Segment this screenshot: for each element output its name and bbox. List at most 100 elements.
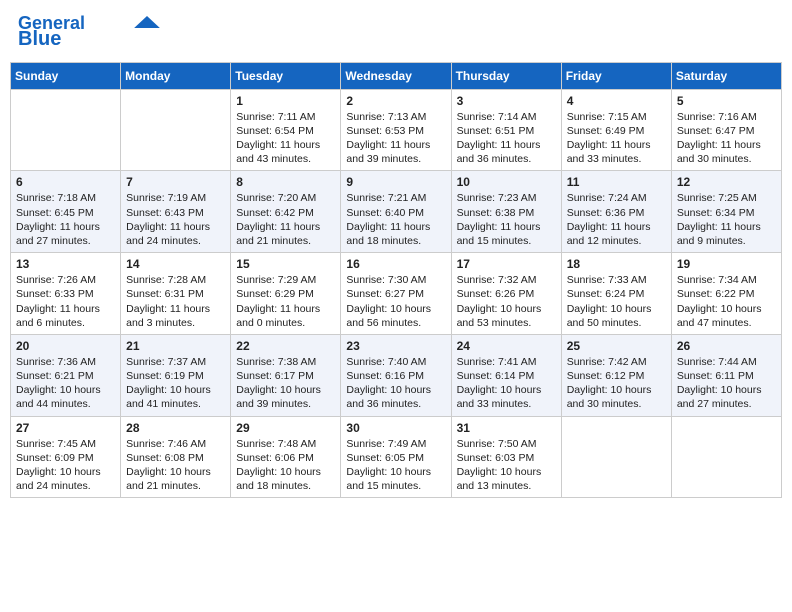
calendar-cell: 31Sunrise: 7:50 AMSunset: 6:03 PMDayligh…	[451, 416, 561, 498]
calendar-cell: 17 Sunrise: 7:32 AMSunset: 6:26 PMDayligh…	[451, 253, 561, 335]
day-number: 17	[457, 257, 556, 271]
day-header-saturday: Saturday	[671, 62, 781, 89]
day-number: 20	[16, 339, 115, 353]
day-number: 7	[126, 175, 225, 189]
calendar-cell: 13 Sunrise: 7:26 AMSunset: 6:33 PMDayligh…	[11, 253, 121, 335]
calendar-cell: 24Sunrise: 7:41 AMSunset: 6:14 PMDayligh…	[451, 334, 561, 416]
calendar-cell: 6 Sunrise: 7:18 AMSunset: 6:45 PMDaylight…	[11, 171, 121, 253]
calendar-cell: 8Sunrise: 7:20 AMSunset: 6:42 PMDaylight…	[231, 171, 341, 253]
calendar-week-1: 1 Sunrise: 7:11 AMSunset: 6:54 PMDaylight…	[11, 89, 782, 171]
cell-content: Sunrise: 7:21 AMSunset: 6:40 PMDaylight:…	[346, 191, 445, 248]
day-header-tuesday: Tuesday	[231, 62, 341, 89]
calendar-cell	[121, 89, 231, 171]
calendar-cell: 3Sunrise: 7:14 AMSunset: 6:51 PMDaylight…	[451, 89, 561, 171]
cell-content: Sunrise: 7:37 AMSunset: 6:19 PMDaylight:…	[126, 355, 225, 412]
calendar-week-5: 27 Sunrise: 7:45 AMSunset: 6:09 PMDayligh…	[11, 416, 782, 498]
cell-content: Sunrise: 7:34 AMSunset: 6:22 PMDaylight:…	[677, 273, 776, 330]
calendar-cell	[561, 416, 671, 498]
day-number: 23	[346, 339, 445, 353]
day-number: 1	[236, 94, 335, 108]
calendar-header-row: SundayMondayTuesdayWednesdayThursdayFrid…	[11, 62, 782, 89]
cell-content: Sunrise: 7:19 AMSunset: 6:43 PMDaylight:…	[126, 191, 225, 248]
calendar-cell: 5 Sunrise: 7:16 AMSunset: 6:47 PMDaylight…	[671, 89, 781, 171]
day-number: 3	[457, 94, 556, 108]
calendar-cell: 2Sunrise: 7:13 AMSunset: 6:53 PMDaylight…	[341, 89, 451, 171]
day-number: 4	[567, 94, 666, 108]
day-number: 14	[126, 257, 225, 271]
calendar-cell: 30Sunrise: 7:49 AMSunset: 6:05 PMDayligh…	[341, 416, 451, 498]
cell-content: Sunrise: 7:28 AMSunset: 6:31 PMDaylight:…	[126, 273, 225, 330]
day-number: 9	[346, 175, 445, 189]
cell-content: Sunrise: 7:24 AMSunset: 6:36 PMDaylight:…	[567, 191, 666, 248]
day-number: 29	[236, 421, 335, 435]
day-number: 22	[236, 339, 335, 353]
cell-content: Sunrise: 7:44 AMSunset: 6:11 PMDaylight:…	[677, 355, 776, 412]
day-number: 2	[346, 94, 445, 108]
day-header-thursday: Thursday	[451, 62, 561, 89]
cell-content: Sunrise: 7:33 AMSunset: 6:24 PMDaylight:…	[567, 273, 666, 330]
day-number: 24	[457, 339, 556, 353]
day-number: 30	[346, 421, 445, 435]
calendar-cell: 18 Sunrise: 7:33 AMSunset: 6:24 PMDayligh…	[561, 253, 671, 335]
day-number: 18	[567, 257, 666, 271]
logo: General Blue	[18, 14, 161, 50]
cell-content: Sunrise: 7:30 AMSunset: 6:27 PMDaylight:…	[346, 273, 445, 330]
cell-content: Sunrise: 7:32 AMSunset: 6:26 PMDaylight:…	[457, 273, 556, 330]
day-number: 5	[677, 94, 776, 108]
day-header-wednesday: Wednesday	[341, 62, 451, 89]
logo-icon	[133, 16, 161, 28]
day-number: 12	[677, 175, 776, 189]
calendar-week-4: 20 Sunrise: 7:36 AMSunset: 6:21 PMDayligh…	[11, 334, 782, 416]
calendar-cell: 10Sunrise: 7:23 AMSunset: 6:38 PMDayligh…	[451, 171, 561, 253]
day-number: 21	[126, 339, 225, 353]
calendar-cell: 28 Sunrise: 7:46 AMSunset: 6:08 PMDayligh…	[121, 416, 231, 498]
cell-content: Sunrise: 7:25 AMSunset: 6:34 PMDaylight:…	[677, 191, 776, 248]
cell-content: Sunrise: 7:11 AMSunset: 6:54 PMDaylight:…	[236, 110, 335, 167]
calendar-cell: 20 Sunrise: 7:36 AMSunset: 6:21 PMDayligh…	[11, 334, 121, 416]
page-header: General Blue	[10, 10, 782, 54]
cell-content: Sunrise: 7:38 AMSunset: 6:17 PMDaylight:…	[236, 355, 335, 412]
calendar-cell: 23 Sunrise: 7:40 AMSunset: 6:16 PMDayligh…	[341, 334, 451, 416]
cell-content: Sunrise: 7:42 AMSunset: 6:12 PMDaylight:…	[567, 355, 666, 412]
calendar-cell: 21 Sunrise: 7:37 AMSunset: 6:19 PMDayligh…	[121, 334, 231, 416]
calendar-cell: 12 Sunrise: 7:25 AMSunset: 6:34 PMDayligh…	[671, 171, 781, 253]
cell-content: Sunrise: 7:48 AMSunset: 6:06 PMDaylight:…	[236, 437, 335, 494]
cell-content: Sunrise: 7:36 AMSunset: 6:21 PMDaylight:…	[16, 355, 115, 412]
day-number: 27	[16, 421, 115, 435]
day-header-sunday: Sunday	[11, 62, 121, 89]
calendar-cell: 1 Sunrise: 7:11 AMSunset: 6:54 PMDaylight…	[231, 89, 341, 171]
day-number: 28	[126, 421, 225, 435]
cell-content: Sunrise: 7:26 AMSunset: 6:33 PMDaylight:…	[16, 273, 115, 330]
day-number: 25	[567, 339, 666, 353]
calendar-cell: 26 Sunrise: 7:44 AMSunset: 6:11 PMDayligh…	[671, 334, 781, 416]
calendar-cell: 22 Sunrise: 7:38 AMSunset: 6:17 PMDayligh…	[231, 334, 341, 416]
day-number: 11	[567, 175, 666, 189]
calendar-week-3: 13 Sunrise: 7:26 AMSunset: 6:33 PMDayligh…	[11, 253, 782, 335]
calendar-cell: 15Sunrise: 7:29 AMSunset: 6:29 PMDayligh…	[231, 253, 341, 335]
calendar-cell: 25 Sunrise: 7:42 AMSunset: 6:12 PMDayligh…	[561, 334, 671, 416]
cell-content: Sunrise: 7:40 AMSunset: 6:16 PMDaylight:…	[346, 355, 445, 412]
day-header-monday: Monday	[121, 62, 231, 89]
calendar-cell: 29 Sunrise: 7:48 AMSunset: 6:06 PMDayligh…	[231, 416, 341, 498]
day-number: 19	[677, 257, 776, 271]
day-number: 13	[16, 257, 115, 271]
cell-content: Sunrise: 7:45 AMSunset: 6:09 PMDaylight:…	[16, 437, 115, 494]
cell-content: Sunrise: 7:18 AMSunset: 6:45 PMDaylight:…	[16, 191, 115, 248]
day-number: 16	[346, 257, 445, 271]
day-number: 6	[16, 175, 115, 189]
cell-content: Sunrise: 7:46 AMSunset: 6:08 PMDaylight:…	[126, 437, 225, 494]
cell-content: Sunrise: 7:16 AMSunset: 6:47 PMDaylight:…	[677, 110, 776, 167]
day-number: 26	[677, 339, 776, 353]
calendar-cell: 19 Sunrise: 7:34 AMSunset: 6:22 PMDayligh…	[671, 253, 781, 335]
day-number: 15	[236, 257, 335, 271]
cell-content: Sunrise: 7:23 AMSunset: 6:38 PMDaylight:…	[457, 191, 556, 248]
day-number: 31	[457, 421, 556, 435]
calendar-cell	[671, 416, 781, 498]
cell-content: Sunrise: 7:15 AMSunset: 6:49 PMDaylight:…	[567, 110, 666, 167]
day-header-friday: Friday	[561, 62, 671, 89]
calendar-cell: 7 Sunrise: 7:19 AMSunset: 6:43 PMDaylight…	[121, 171, 231, 253]
day-number: 8	[236, 175, 335, 189]
calendar-cell: 14 Sunrise: 7:28 AMSunset: 6:31 PMDayligh…	[121, 253, 231, 335]
calendar-cell: 9 Sunrise: 7:21 AMSunset: 6:40 PMDaylight…	[341, 171, 451, 253]
calendar-cell: 16 Sunrise: 7:30 AMSunset: 6:27 PMDayligh…	[341, 253, 451, 335]
